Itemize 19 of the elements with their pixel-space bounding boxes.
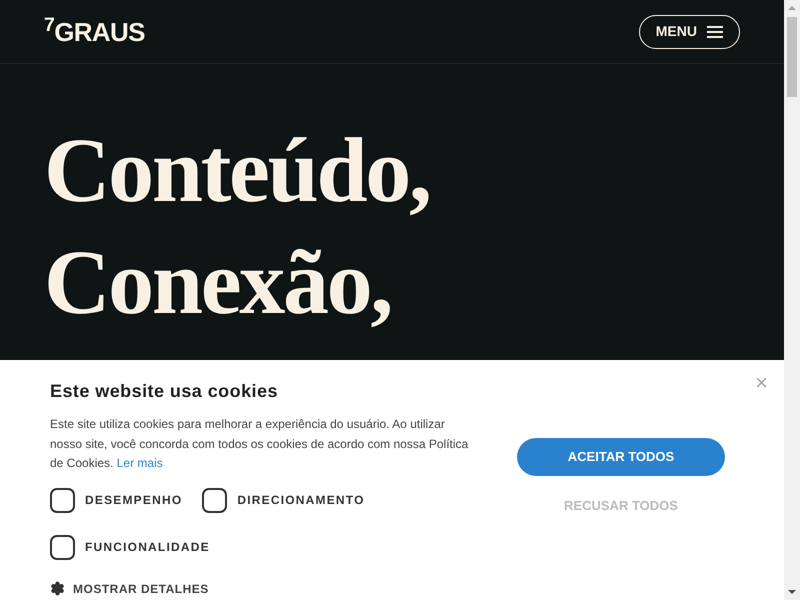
menu-icon: [707, 26, 723, 38]
checkbox[interactable]: [50, 534, 75, 560]
checkbox[interactable]: [50, 488, 75, 512]
checkbox[interactable]: [202, 488, 228, 512]
checkbox-label: DESEMPENHO: [85, 492, 182, 509]
hero-heading: Conteúdo,: [44, 118, 431, 223]
checkbox-label: DIRECIONAMENTO: [237, 492, 365, 509]
show-details-button[interactable]: MOSTRAR DETALHES: [73, 580, 209, 598]
checkbox-label: FUNCIONALIDADE: [85, 539, 210, 556]
cookie-description: Este site utiliza cookies para melhorar a experiência do usuário. Ao utilizar nosso site, você concorda com todos os cookies de acordo com nossa Política de Cookies. Ler mais: [50, 416, 470, 472]
scroll-thumb[interactable]: [787, 17, 797, 97]
read-more-link[interactable]: Ler mais: [116, 456, 163, 470]
accept-all-button[interactable]: ACEITAR TODOS: [517, 438, 725, 476]
hero-heading: Conexão,: [44, 230, 392, 335]
close-button[interactable]: ×: [755, 372, 768, 394]
cookie-title: Este website usa cookies: [50, 380, 279, 403]
logo[interactable]: $^{7}$GRAUS: [44, 18, 145, 44]
menu-button[interactable]: MENU: [638, 14, 740, 48]
settings-icon: [50, 581, 65, 596]
